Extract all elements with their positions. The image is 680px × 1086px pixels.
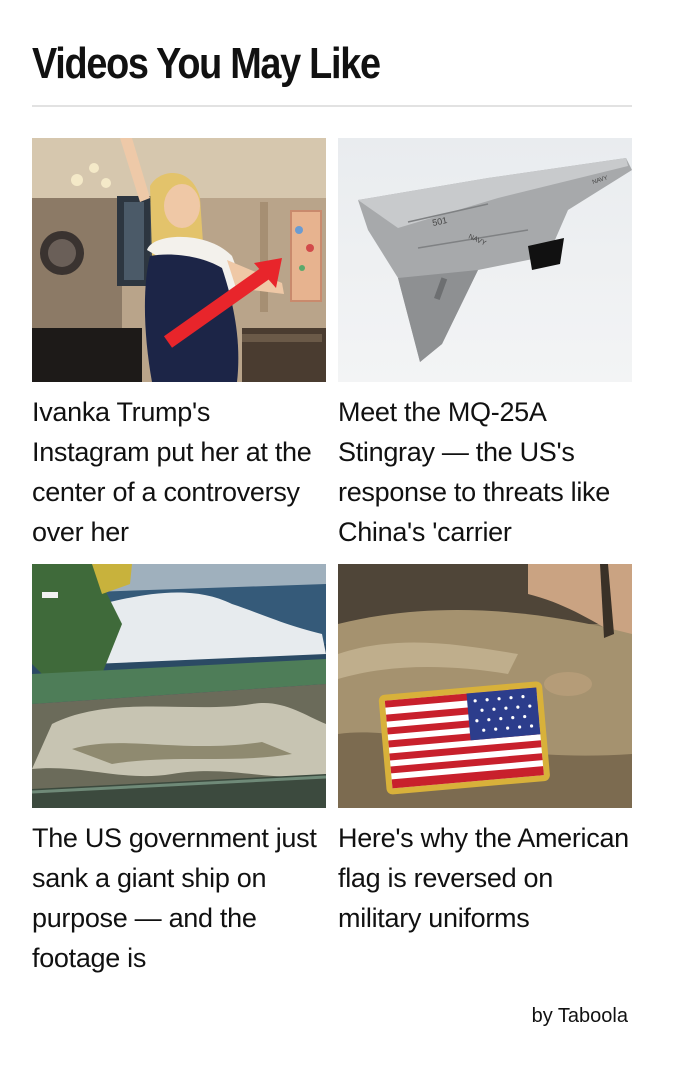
ship-thumbnail-image: [32, 564, 326, 808]
taboola-attribution-link[interactable]: by Taboola: [532, 1005, 628, 1028]
video-thumbnail-ivanka[interactable]: [32, 138, 326, 382]
drone-thumbnail-image: 501 NAVY NAVY: [338, 138, 632, 382]
video-title-ivanka[interactable]: Ivanka Trump's Instagram put her at the …: [32, 392, 326, 552]
video-title-stingray[interactable]: Meet the MQ-25A Stingray — the US's resp…: [338, 392, 632, 552]
video-thumbnail-ship[interactable]: [32, 564, 326, 808]
video-title-flag[interactable]: Here's why the American flag is reversed…: [338, 818, 632, 978]
video-thumbnail-flag[interactable]: [338, 564, 632, 808]
header-divider: [32, 105, 632, 107]
video-title-ship[interactable]: The US government just sank a giant ship…: [32, 818, 326, 978]
flag-patch-thumbnail-image: [338, 564, 632, 808]
video-thumbnail-stingray[interactable]: 501 NAVY NAVY: [338, 138, 632, 382]
widget-title: Videos You May Like: [32, 39, 381, 88]
ivanka-thumbnail-image: [32, 138, 326, 382]
